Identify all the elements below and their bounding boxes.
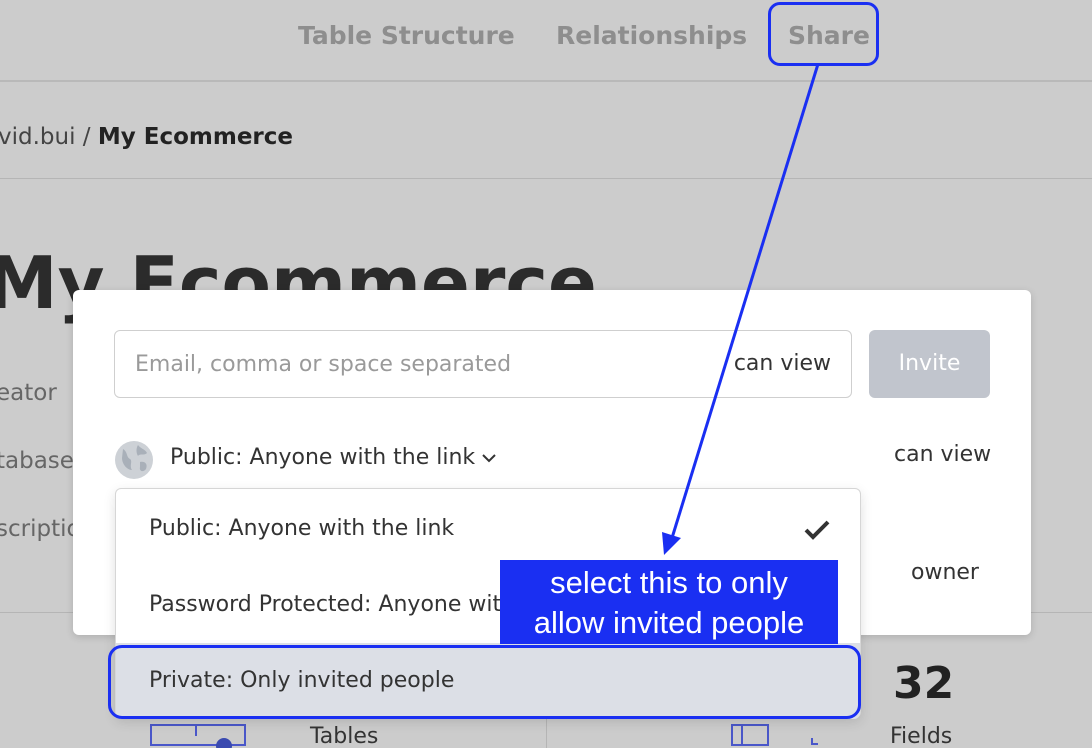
annotation-arrow xyxy=(662,63,820,555)
